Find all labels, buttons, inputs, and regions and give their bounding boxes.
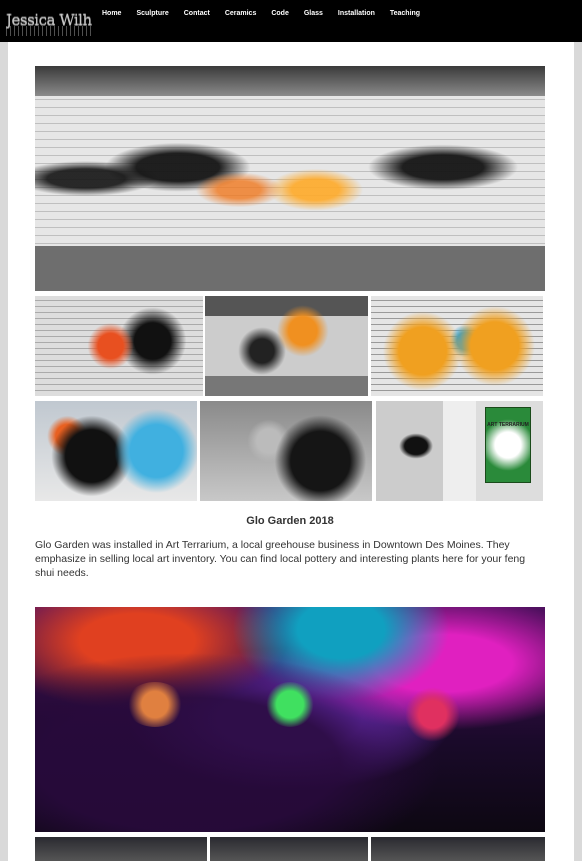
gallery-thumbnail[interactable]	[200, 401, 372, 501]
gallery-thumbnail[interactable]	[371, 296, 543, 396]
gallery-thumbnail[interactable]	[35, 837, 207, 861]
nav-sculpture[interactable]: Sculpture	[136, 10, 168, 17]
gallery-thumbnail[interactable]	[35, 296, 203, 396]
project-description: Glo Garden was installed in Art Terrariu…	[35, 539, 526, 579]
top-navigation-bar: Jessica Wilhite Home Sculpture Contact C…	[0, 0, 582, 42]
gallery-thumbnail[interactable]	[35, 401, 197, 501]
art-terrarium-sign: ART TERRARIUM	[485, 407, 531, 483]
nav-code[interactable]: Code	[271, 10, 289, 17]
gallery-thumbnail[interactable]	[371, 837, 545, 861]
main-nav: Home Sculpture Contact Ceramics Code Gla…	[102, 10, 435, 17]
gallery-thumbnail[interactable]: ART TERRARIUM	[376, 401, 543, 501]
gallery-thumbnail[interactable]	[210, 837, 368, 861]
nav-contact[interactable]: Contact	[184, 10, 210, 17]
glo-garden-main-photo[interactable]	[35, 66, 545, 291]
site-logo[interactable]: Jessica Wilhite	[6, 4, 92, 36]
nav-home[interactable]: Home	[102, 10, 121, 17]
nav-ceramics[interactable]: Ceramics	[225, 10, 257, 17]
nav-installation[interactable]: Installation	[338, 10, 375, 17]
nav-glass[interactable]: Glass	[304, 10, 323, 17]
nav-teaching[interactable]: Teaching	[390, 10, 420, 17]
sign-text: ART TERRARIUM	[487, 422, 529, 428]
gallery-thumbnail[interactable]	[205, 296, 368, 396]
project-title: Glo Garden 2018	[246, 515, 334, 527]
glo-garden-night-photo[interactable]	[35, 607, 545, 832]
